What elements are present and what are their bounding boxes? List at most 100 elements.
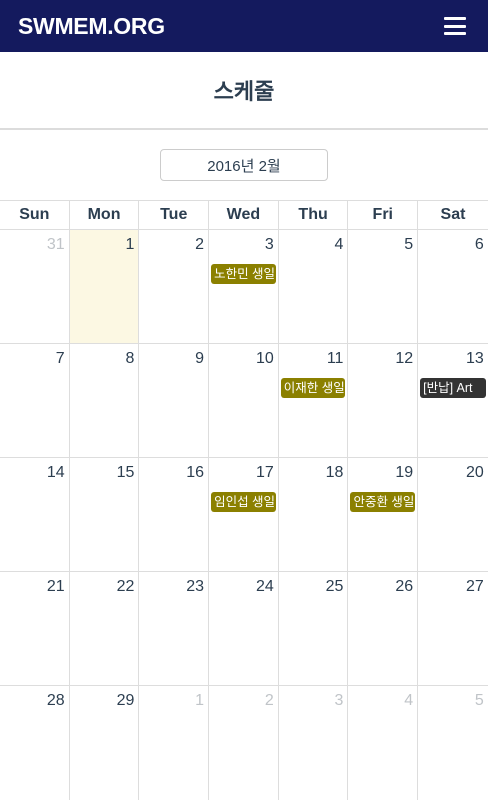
calendar-day[interactable]: 31 — [0, 230, 70, 343]
weekday-mon: Mon — [70, 201, 140, 229]
month-select[interactable]: 2016년 2월 — [160, 149, 328, 181]
calendar-day[interactable]: 5 — [348, 230, 419, 343]
day-number: 1 — [195, 692, 205, 709]
calendar-week-row: 28 29 1 2 3 4 5 — [0, 686, 488, 800]
calendar-day[interactable]: 6 — [418, 230, 488, 343]
calendar-day[interactable]: 22 — [70, 572, 140, 685]
day-number: 11 — [326, 350, 344, 367]
weekday-wed: Wed — [209, 201, 279, 229]
day-number: 1 — [125, 236, 135, 253]
day-number: 15 — [116, 464, 135, 481]
day-number: 23 — [186, 578, 205, 595]
day-number: 31 — [46, 236, 65, 253]
day-number: 4 — [404, 692, 414, 709]
calendar-body: 31 1 2 3 노한민 생일 4 5 6 7 8 9 10 11 이재한 생일 12 13 [반납] Art 1… — [0, 230, 488, 800]
calendar-day[interactable]: 4 — [279, 230, 349, 343]
calendar-day[interactable]: 7 — [0, 344, 70, 457]
calendar-day[interactable]: 23 — [139, 572, 210, 685]
calendar-day[interactable]: 24 — [209, 572, 279, 685]
calendar-event[interactable]: 임인섭 생일 — [211, 492, 276, 512]
calendar-event[interactable]: 노한민 생일 — [211, 264, 276, 284]
calendar-day[interactable]: 16 — [139, 458, 210, 571]
calendar-event[interactable]: 안중환 생일 — [350, 492, 416, 512]
calendar-weekday-header: Sun Mon Tue Wed Thu Fri Sat — [0, 200, 488, 230]
calendar-day[interactable]: 11 이재한 생일 — [279, 344, 349, 457]
navbar: SWMEM.ORG — [0, 0, 488, 52]
page-header: 스케줄 — [0, 52, 488, 130]
day-number: 27 — [466, 578, 484, 595]
day-number: 26 — [395, 578, 414, 595]
day-number: 17 — [255, 464, 274, 481]
day-number: 9 — [195, 350, 205, 367]
month-selector-wrap: 2016년 2월 — [0, 130, 488, 200]
calendar-day[interactable]: 26 — [348, 572, 419, 685]
calendar-day[interactable]: 17 임인섭 생일 — [209, 458, 279, 571]
day-number: 8 — [125, 350, 135, 367]
day-number: 6 — [474, 236, 484, 253]
day-number: 2 — [195, 236, 205, 253]
calendar-day[interactable]: 3 — [279, 686, 349, 800]
calendar-day[interactable]: 14 — [0, 458, 70, 571]
page-title: 스케줄 — [213, 79, 275, 104]
hamburger-bar — [444, 32, 466, 35]
day-number: 2 — [264, 692, 274, 709]
calendar-day[interactable]: 21 — [0, 572, 70, 685]
day-number: 29 — [116, 692, 135, 709]
hamburger-bar — [444, 17, 466, 20]
day-number: 5 — [474, 692, 484, 709]
calendar-event[interactable]: [반납] Art — [420, 378, 486, 398]
weekday-sat: Sat — [440, 206, 466, 223]
calendar-week-row: 21 22 23 24 25 26 27 — [0, 572, 488, 686]
calendar-day[interactable]: 25 — [279, 572, 349, 685]
calendar-day[interactable]: 5 — [418, 686, 488, 800]
day-number: 24 — [255, 578, 274, 595]
calendar-day[interactable]: 18 — [279, 458, 349, 571]
day-number: 18 — [325, 464, 344, 481]
day-number: 14 — [46, 464, 65, 481]
day-number: 16 — [186, 464, 205, 481]
day-number: 7 — [55, 350, 65, 367]
calendar-day[interactable]: 20 — [418, 458, 488, 571]
calendar-day[interactable]: 12 — [348, 344, 419, 457]
calendar-day-today[interactable]: 1 — [69, 230, 140, 343]
calendar-day[interactable]: 9 — [139, 344, 210, 457]
day-number: 10 — [255, 350, 274, 367]
day-number: 3 — [334, 692, 344, 709]
day-number: 5 — [404, 236, 414, 253]
hamburger-bar — [444, 24, 466, 28]
day-number: 25 — [325, 578, 344, 595]
calendar-day[interactable]: 1 — [139, 686, 210, 800]
calendar-day[interactable]: 3 노한민 생일 — [209, 230, 279, 343]
calendar-day[interactable]: 2 — [139, 230, 210, 343]
calendar-day[interactable]: 28 — [0, 686, 70, 800]
calendar-week-row: 7 8 9 10 11 이재한 생일 12 13 [반납] Art — [0, 344, 488, 458]
day-number: 3 — [264, 236, 274, 253]
day-number: 4 — [334, 236, 344, 253]
day-number: 12 — [395, 350, 414, 367]
calendar-day[interactable]: 19 안중환 생일 — [348, 458, 419, 571]
calendar-day[interactable]: 2 — [209, 686, 279, 800]
weekday-thu: Thu — [279, 201, 349, 229]
calendar-week-row: 14 15 16 17 임인섭 생일 18 19 안중환 생일 20 — [0, 458, 488, 572]
day-number: 20 — [466, 464, 484, 481]
hamburger-menu-icon[interactable] — [444, 17, 466, 35]
calendar-day[interactable]: 27 — [418, 572, 488, 685]
calendar: Sun Mon Tue Wed Thu Fri Sat 31 1 2 3 노한민 생일 4 5 6 7 8 9 1… — [0, 200, 488, 800]
day-number: 22 — [116, 578, 135, 595]
weekday-fri: Fri — [348, 201, 419, 229]
day-number: 19 — [395, 464, 414, 481]
calendar-day[interactable]: 10 — [209, 344, 279, 457]
calendar-day[interactable]: 15 — [70, 458, 140, 571]
calendar-day[interactable]: 29 — [70, 686, 140, 800]
day-number: 21 — [46, 578, 65, 595]
day-number: 28 — [46, 692, 65, 709]
day-number: 13 — [466, 350, 484, 367]
calendar-day[interactable]: 8 — [70, 344, 140, 457]
calendar-day[interactable]: 13 [반납] Art — [418, 344, 488, 457]
weekday-tue: Tue — [139, 201, 210, 229]
brand-logo[interactable]: SWMEM.ORG — [18, 13, 165, 40]
weekday-sun: Sun — [0, 201, 70, 229]
calendar-week-row: 31 1 2 3 노한민 생일 4 5 6 — [0, 230, 488, 344]
calendar-day[interactable]: 4 — [348, 686, 419, 800]
calendar-event[interactable]: 이재한 생일 — [280, 378, 346, 398]
